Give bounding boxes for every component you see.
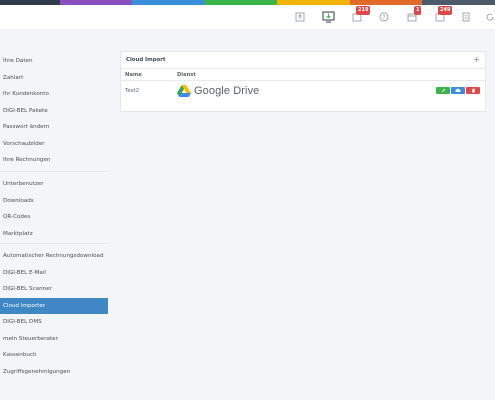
column-header-name: Name — [125, 71, 142, 78]
help-icon[interactable]: ? — [377, 9, 391, 24]
monitor-download-icon[interactable] — [320, 9, 336, 24]
calendar-badge: 1 — [414, 6, 422, 15]
sidebar-item-pakete[interactable]: DIGI-BEL Pakete — [0, 103, 108, 120]
inbox-badge: 219 — [356, 6, 371, 15]
panel-header: Cloud Import + — [121, 52, 485, 69]
document-icon[interactable] — [459, 9, 473, 24]
cloud-sync-button[interactable] — [451, 87, 465, 94]
add-button[interactable]: + — [473, 56, 480, 64]
inbox-icon[interactable]: 219 — [350, 6, 371, 24]
google-drive-icon — [177, 85, 191, 97]
edit-button[interactable] — [436, 87, 450, 94]
calendar-icon[interactable]: 1 — [405, 6, 422, 24]
sidebar-item-kundenkonto[interactable]: Ihr Kundenkonto — [0, 86, 108, 103]
cloud-import-panel: Cloud Import + Name Dienst Test2 Google … — [120, 51, 486, 112]
sidebar: Ihre Daten Zahlart Ihr Kundenkonto DIGI-… — [0, 52, 108, 380]
sidebar-item-rechnungsdownload[interactable]: Automatischer Rechnungsdownload — [0, 248, 108, 265]
sidebar-item-qr-codes[interactable]: QR-Codes — [0, 209, 108, 226]
sidebar-group-account: Ihre Daten Zahlart Ihr Kundenkonto DIGI-… — [0, 52, 108, 172]
top-toolbar: 219 ? 1 249 — [0, 5, 495, 29]
sidebar-item-email[interactable]: DIGI-BEL E-Mail — [0, 265, 108, 282]
google-drive-logo: Google Drive — [177, 85, 259, 97]
sidebar-item-zahlart[interactable]: Zahlart — [0, 70, 108, 87]
sidebar-item-zugriffsgenehmigungen[interactable]: Zugriffsgenehmigungen — [0, 364, 108, 381]
trash-icon — [471, 88, 475, 93]
refresh-icon[interactable] — [484, 9, 495, 24]
table-row: Test2 Google Drive — [121, 81, 485, 101]
delete-button[interactable] — [466, 87, 480, 94]
sidebar-item-rechnungen[interactable]: Ihre Rechnungen — [0, 152, 108, 169]
sidebar-item-steuerberater[interactable]: mein Steuerberater — [0, 331, 108, 348]
sidebar-item-unterbenutzer[interactable]: Unterbenutzer — [0, 176, 108, 193]
sidebar-item-downloads[interactable]: Downloads — [0, 193, 108, 210]
invoices-badge: 249 — [438, 6, 453, 15]
svg-text:?: ? — [383, 15, 386, 21]
sidebar-item-scanner[interactable]: DIGI-BEL Scanner — [0, 281, 108, 298]
sidebar-item-passwort[interactable]: Passwort ändern — [0, 119, 108, 136]
invoices-icon[interactable]: 249 — [433, 6, 453, 24]
panel-title: Cloud Import — [126, 57, 166, 63]
sidebar-item-ihre-daten[interactable]: Ihre Daten — [0, 53, 108, 70]
sidebar-item-kassenbuch[interactable]: Kassenbuch — [0, 347, 108, 364]
service-name: Google Drive — [194, 85, 260, 97]
pencil-icon — [441, 88, 445, 92]
row-actions — [436, 87, 480, 94]
sidebar-group-services: Automatischer Rechnungsdownload DIGI-BEL… — [0, 244, 108, 380]
sidebar-item-dms[interactable]: DIGI-BEL DMS — [0, 314, 108, 331]
table-header: Name Dienst — [121, 69, 485, 81]
upload-icon[interactable] — [293, 9, 307, 24]
row-name: Test2 — [125, 88, 140, 94]
sidebar-item-vorschaubilder[interactable]: Vorschaubilder — [0, 136, 108, 153]
sidebar-group-tools: Unterbenutzer Downloads QR-Codes Marktpl… — [0, 172, 108, 244]
column-header-service: Dienst — [177, 71, 196, 78]
sidebar-item-marktplatz[interactable]: Marktplatz — [0, 226, 108, 243]
cloud-icon — [455, 88, 461, 92]
sidebar-item-cloud-importer[interactable]: Cloud Importer — [0, 297, 108, 314]
